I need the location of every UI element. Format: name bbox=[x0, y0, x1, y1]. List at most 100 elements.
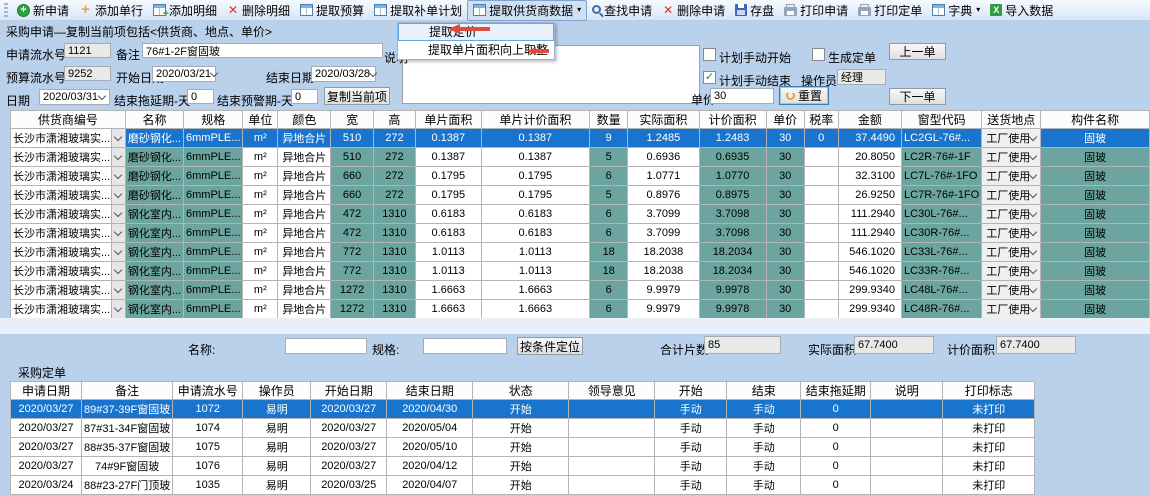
end-date-select[interactable]: 2020/03/28 bbox=[311, 66, 376, 82]
table-cell[interactable]: 工厂使用 bbox=[982, 224, 1041, 243]
table-cell[interactable]: 3.7098 bbox=[699, 205, 766, 224]
table-cell[interactable]: 6 bbox=[590, 205, 628, 224]
table-cell[interactable]: 18.2038 bbox=[628, 243, 699, 262]
table-cell[interactable]: 长沙市潇湘玻璃实... bbox=[11, 243, 126, 262]
dropdown-arrow-icon[interactable] bbox=[1029, 190, 1037, 198]
column-header[interactable]: 申请流水号 bbox=[173, 382, 243, 400]
table-cell[interactable]: 固玻 bbox=[1041, 243, 1150, 262]
table-cell[interactable]: 6 bbox=[590, 281, 628, 300]
table-cell[interactable]: 30 bbox=[766, 243, 804, 262]
table-cell[interactable]: 开始 bbox=[473, 438, 569, 457]
table-cell[interactable]: 异地合片 bbox=[278, 129, 331, 148]
table-cell[interactable]: 钢化室内... bbox=[125, 262, 183, 281]
table-cell[interactable] bbox=[804, 186, 838, 205]
table-row[interactable]: 长沙市潇湘玻璃实...钢化室内...6mmPLE...m²异地合片1272131… bbox=[11, 281, 1150, 300]
table-cell[interactable]: 772 bbox=[331, 243, 373, 262]
column-header[interactable]: 备注 bbox=[82, 382, 173, 400]
table-cell[interactable]: 钢化室内... bbox=[125, 205, 183, 224]
table-cell[interactable]: 0.1795 bbox=[481, 186, 590, 205]
table-cell[interactable]: 2020/03/27 bbox=[11, 400, 82, 419]
table-cell[interactable]: 6mmPLE... bbox=[184, 167, 243, 186]
table-cell[interactable]: 2020/03/27 bbox=[11, 457, 82, 476]
column-header[interactable]: 打印标志 bbox=[943, 382, 1035, 400]
table-cell[interactable]: 磨砂钢化... bbox=[125, 186, 183, 205]
table-cell[interactable]: 0.8975 bbox=[699, 186, 766, 205]
table-cell[interactable]: LC30R-76#... bbox=[902, 224, 982, 243]
table-cell[interactable] bbox=[871, 476, 943, 495]
table-cell[interactable]: 3.7098 bbox=[699, 224, 766, 243]
table-cell[interactable]: 1.2485 bbox=[628, 129, 699, 148]
toolbar-print-request[interactable]: 打印申请 bbox=[779, 1, 853, 20]
table-cell[interactable]: 30 bbox=[766, 300, 804, 319]
table-cell[interactable]: 1310 bbox=[373, 205, 415, 224]
table-cell[interactable]: 74#9F窗固玻 bbox=[82, 457, 173, 476]
table-cell[interactable]: 0 bbox=[801, 457, 871, 476]
table-cell[interactable]: 9.9978 bbox=[699, 281, 766, 300]
table-cell[interactable]: 固玻 bbox=[1041, 186, 1150, 205]
table-cell[interactable]: 660 bbox=[331, 186, 373, 205]
toolbar-import-data[interactable]: 导入数据 bbox=[985, 1, 1058, 20]
dropdown-arrow-icon[interactable] bbox=[1029, 247, 1037, 255]
table-cell[interactable]: 0.1795 bbox=[416, 186, 481, 205]
table-cell[interactable]: 1272 bbox=[331, 300, 373, 319]
table-cell[interactable]: 18 bbox=[590, 262, 628, 281]
table-cell[interactable]: 1310 bbox=[373, 300, 415, 319]
table-cell[interactable]: 0 bbox=[801, 400, 871, 419]
column-header[interactable]: 数量 bbox=[590, 111, 628, 129]
dropdown-arrow-icon[interactable] bbox=[111, 186, 125, 204]
table-cell[interactable]: 1310 bbox=[373, 224, 415, 243]
table-cell[interactable]: 1.0113 bbox=[481, 262, 590, 281]
table-cell[interactable]: 固玻 bbox=[1041, 205, 1150, 224]
table-cell[interactable]: 30 bbox=[766, 167, 804, 186]
table-cell[interactable]: 固玻 bbox=[1041, 129, 1150, 148]
column-header[interactable]: 名称 bbox=[125, 111, 183, 129]
table-cell[interactable]: 37.4490 bbox=[838, 129, 901, 148]
dropdown-arrow-icon[interactable] bbox=[111, 281, 125, 299]
table-cell[interactable]: LC48L-76#... bbox=[902, 281, 982, 300]
copy-current-button[interactable]: 复制当前项 bbox=[324, 87, 390, 105]
table-cell[interactable]: 6mmPLE... bbox=[184, 281, 243, 300]
table-row[interactable]: 2020/03/2774#9F窗固玻1076易明2020/03/272020/0… bbox=[11, 457, 1035, 476]
column-header[interactable]: 窗型代码 bbox=[902, 111, 982, 129]
table-cell[interactable]: m² bbox=[243, 224, 278, 243]
table-cell[interactable]: 易明 bbox=[243, 400, 311, 419]
table-cell[interactable]: LC30L-76#... bbox=[902, 205, 982, 224]
table-cell[interactable]: 固玻 bbox=[1041, 281, 1150, 300]
table-cell[interactable]: LC33R-76#... bbox=[902, 262, 982, 281]
table-cell[interactable]: 2020/03/24 bbox=[11, 476, 82, 495]
toolbar-delete-request[interactable]: ✕删除申请 bbox=[657, 1, 730, 20]
table-cell[interactable]: 未打印 bbox=[943, 419, 1035, 438]
table-cell[interactable]: 6mmPLE... bbox=[184, 205, 243, 224]
column-header[interactable]: 构件名称 bbox=[1041, 111, 1150, 129]
table-cell[interactable]: LC33L-76#... bbox=[902, 243, 982, 262]
toolbar-extract-supplement-plan[interactable]: 提取补单计划 bbox=[369, 1, 467, 20]
table-row[interactable]: 长沙市潇湘玻璃实...磨砂钢化...6mmPLE...m²异地合片6602720… bbox=[11, 186, 1150, 205]
column-header[interactable]: 单位 bbox=[243, 111, 278, 129]
table-cell[interactable]: 89#37-39F窗固玻 bbox=[82, 400, 173, 419]
table-cell[interactable]: 1.6663 bbox=[416, 281, 481, 300]
table-cell[interactable]: m² bbox=[243, 281, 278, 300]
dropdown-arrow-icon[interactable] bbox=[1029, 228, 1037, 236]
table-cell[interactable]: 1.0113 bbox=[416, 262, 481, 281]
column-header[interactable]: 规格 bbox=[184, 111, 243, 129]
table-cell[interactable] bbox=[804, 300, 838, 319]
dropdown-arrow-icon[interactable] bbox=[111, 167, 125, 185]
table-cell[interactable]: 660 bbox=[331, 167, 373, 186]
table-row[interactable]: 长沙市潇湘玻璃实...钢化室内...6mmPLE...m²异地合片4721310… bbox=[11, 224, 1150, 243]
table-cell[interactable]: 88#35-37F窗固玻 bbox=[82, 438, 173, 457]
table-cell[interactable]: 开始 bbox=[473, 400, 569, 419]
table-cell[interactable]: 30 bbox=[766, 262, 804, 281]
table-cell[interactable] bbox=[804, 167, 838, 186]
dropdown-arrow-icon[interactable] bbox=[111, 243, 125, 261]
dropdown-arrow-icon[interactable] bbox=[1029, 171, 1037, 179]
table-cell[interactable]: 异地合片 bbox=[278, 224, 331, 243]
table-cell[interactable] bbox=[804, 205, 838, 224]
table-cell[interactable]: 272 bbox=[373, 148, 415, 167]
column-header[interactable]: 结束 bbox=[727, 382, 801, 400]
table-row[interactable]: 长沙市潇湘玻璃实...钢化室内...6mmPLE...m²异地合片4721310… bbox=[11, 205, 1150, 224]
table-cell[interactable]: 0.6935 bbox=[699, 148, 766, 167]
table-cell[interactable]: m² bbox=[243, 300, 278, 319]
column-header[interactable]: 操作员 bbox=[243, 382, 311, 400]
table-cell[interactable]: 异地合片 bbox=[278, 262, 331, 281]
generate-order-checkbox[interactable] bbox=[812, 48, 825, 61]
